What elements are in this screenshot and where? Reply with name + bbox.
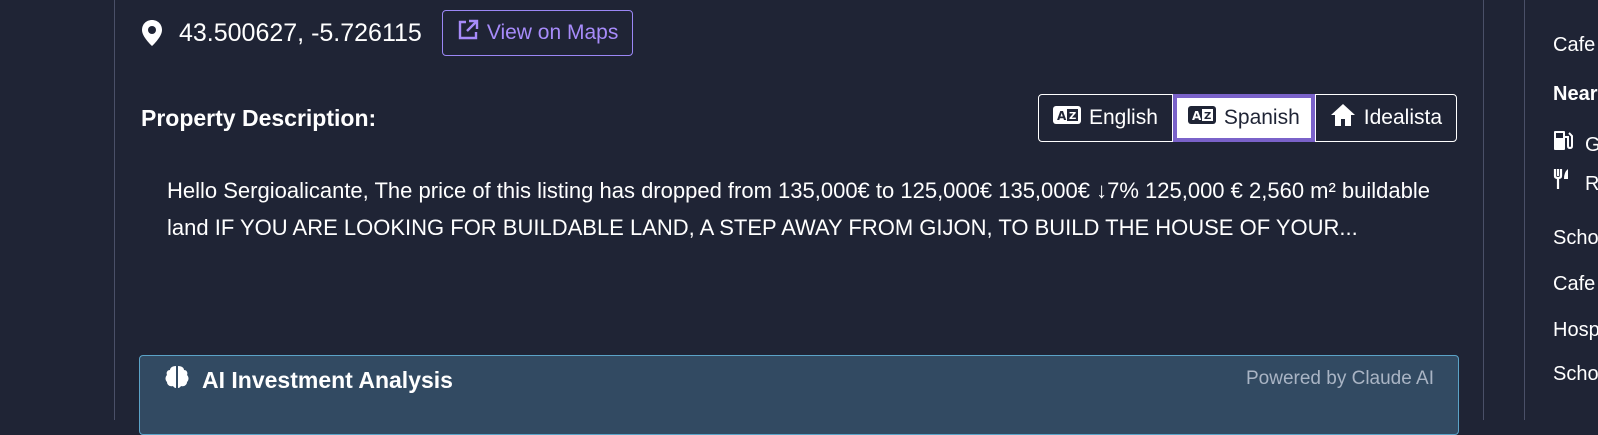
ai-analysis-title: AI Investment Analysis xyxy=(202,366,453,393)
utensils-icon xyxy=(1553,168,1575,196)
ai-analysis-panel[interactable]: AI Investment Analysis Powered by Claude… xyxy=(139,355,1459,435)
gas-pump-icon xyxy=(1553,129,1575,157)
tab-english[interactable]: A Z English xyxy=(1038,94,1173,142)
translate-icon: A Z xyxy=(1187,106,1216,130)
ai-analysis-header: AI Investment Analysis xyxy=(164,364,453,396)
view-on-maps-button[interactable]: View on Maps xyxy=(441,10,634,56)
sidebar-item: Scho xyxy=(1553,227,1598,249)
powered-by-text: Powered by Claude AI xyxy=(1245,368,1434,389)
tab-spanish-label: Spanish xyxy=(1223,106,1300,129)
svg-text:A: A xyxy=(1192,109,1202,123)
coordinates-text: 43.500627, -5.726115 xyxy=(179,18,422,47)
tab-spanish[interactable]: A Z Spanish xyxy=(1172,94,1315,142)
description-title: Property Description: xyxy=(141,104,377,131)
sidebar-item: Cafe xyxy=(1553,34,1596,56)
translate-icon: A Z xyxy=(1053,106,1081,130)
home-icon xyxy=(1330,103,1356,133)
external-link-icon xyxy=(457,19,479,47)
view-on-maps-label: View on Maps xyxy=(486,21,619,44)
coordinates-row: 43.500627, -5.726115 View on Maps xyxy=(141,10,634,56)
sidebar-heading: Near xyxy=(1553,83,1598,105)
description-text: Hello Sergioalicante, The price of this … xyxy=(167,178,1431,240)
sidebar-item-gas: G xyxy=(1553,129,1598,157)
language-toggle-group: A Z English A Z Spanish Idealista xyxy=(1038,94,1457,142)
sidebar-item-gas-label: G xyxy=(1585,134,1598,156)
sidebar-item-restaurant-label: Re xyxy=(1585,173,1598,195)
sidebar-item-restaurant: Re xyxy=(1553,168,1598,196)
sidebar-item: Scho xyxy=(1553,363,1598,385)
map-pin-icon xyxy=(141,20,163,46)
tab-idealista-label: Idealista xyxy=(1363,106,1442,129)
svg-text:Z: Z xyxy=(1204,111,1211,122)
svg-text:Z: Z xyxy=(1069,111,1076,122)
brain-icon xyxy=(164,364,190,396)
svg-text:A: A xyxy=(1057,109,1067,123)
sidebar-item: Hosp xyxy=(1553,319,1598,341)
tab-english-label: English xyxy=(1089,106,1158,129)
nearby-sidebar: Cafe Near G Re Scho Cafe Hosp Scho xyxy=(1524,0,1598,420)
property-card: 43.500627, -5.726115 View on Maps Proper… xyxy=(114,0,1484,435)
sidebar-item: Cafe xyxy=(1553,273,1596,295)
tab-idealista[interactable]: Idealista xyxy=(1314,94,1457,142)
description-header: Property Description: A Z English A Z Sp… xyxy=(141,94,1457,142)
